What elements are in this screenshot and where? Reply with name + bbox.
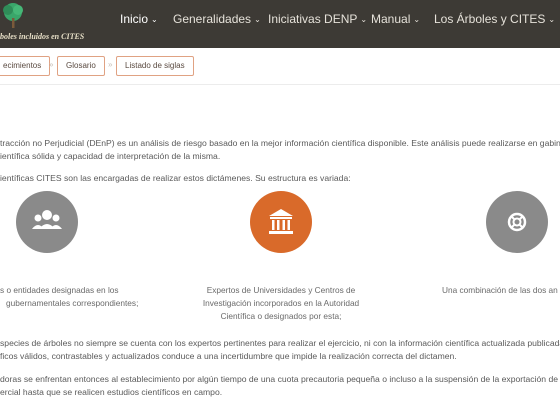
chevron-down-icon: ⌄ (413, 15, 421, 24)
caption-line: s o entidades designadas en los (0, 285, 119, 295)
nav-item-label: Iniciativas DENP (268, 12, 358, 26)
nav-item-label: Inicio (120, 12, 149, 26)
chevron-down-icon: ⌄ (254, 15, 261, 24)
lifebuoy-circle (486, 191, 548, 253)
intro-text: ientíficas CITES son las encargadas de r… (0, 173, 351, 183)
caption-line: gubernamentales correspondientes; (6, 298, 139, 308)
caption-line: Una combinación de las dos an (442, 285, 558, 295)
breadcrumb-item[interactable]: ecimientos (0, 56, 51, 76)
chevron-down-icon: ⌄ (548, 15, 556, 24)
breadcrumb-item-current[interactable]: Listado de siglas (116, 56, 194, 76)
intro-text: tracción no Perjudicial (DEnP) es un aná… (0, 138, 560, 148)
divider (0, 84, 560, 85)
tree-logo-icon[interactable] (2, 2, 24, 30)
breadcrumb-separator: » (49, 60, 54, 69)
intro-text: ientífica sólida y capacidad de interpre… (0, 151, 221, 161)
card-caption: Expertos de Universidades y Centros de I… (181, 284, 381, 323)
breadcrumb-item[interactable]: Glosario (57, 56, 105, 76)
nav-item-label: Generalidades (173, 12, 252, 26)
card-caption: Una combinación de las dos an (442, 284, 558, 297)
chevron-down-icon: ⌄ (151, 15, 158, 24)
lifebuoy-icon (507, 212, 527, 232)
institution-icon (269, 209, 293, 234)
nav-item-inicio[interactable]: Inicio ⌄ (120, 12, 158, 26)
users-icon (32, 210, 62, 229)
body-text: species de árboles no siempre se cuenta … (0, 338, 560, 348)
body-text: ercial hasta que se realicen estudios ci… (0, 387, 223, 397)
breadcrumb-separator: » (108, 60, 113, 69)
chevron-down-icon: ⌄ (360, 15, 368, 24)
body-text: doras se enfrentan entonces al estableci… (0, 374, 560, 384)
body-text: ficos válidos, contrastables y actualiza… (0, 351, 457, 361)
nav-item-arboles-cites[interactable]: Los Árboles y CITES ⌄ (434, 12, 555, 26)
nav-item-iniciativas[interactable]: Iniciativas DENP ⌄ (268, 12, 367, 26)
nav-item-generalidades[interactable]: Generalidades ⌄ (173, 12, 261, 26)
institution-circle (250, 191, 312, 253)
nav-item-label: Manual (371, 12, 411, 26)
top-navigation-bar: boles incluidos en CITES Inicio ⌄ General… (0, 0, 560, 48)
nav-item-manual[interactable]: Manual ⌄ (371, 12, 420, 26)
caption-line: Científica o designados por esta; (220, 311, 342, 321)
caption-line: Investigación incorporados en la Autorid… (202, 298, 360, 308)
card-caption: s o entidades designadas en los gubernam… (0, 284, 138, 310)
nav-item-label: Los Árboles y CITES (434, 12, 546, 26)
site-logo-text[interactable]: boles incluidos en CITES (0, 32, 84, 41)
caption-line: Expertos de Universidades y Centros de (206, 285, 356, 295)
users-circle (16, 191, 78, 253)
